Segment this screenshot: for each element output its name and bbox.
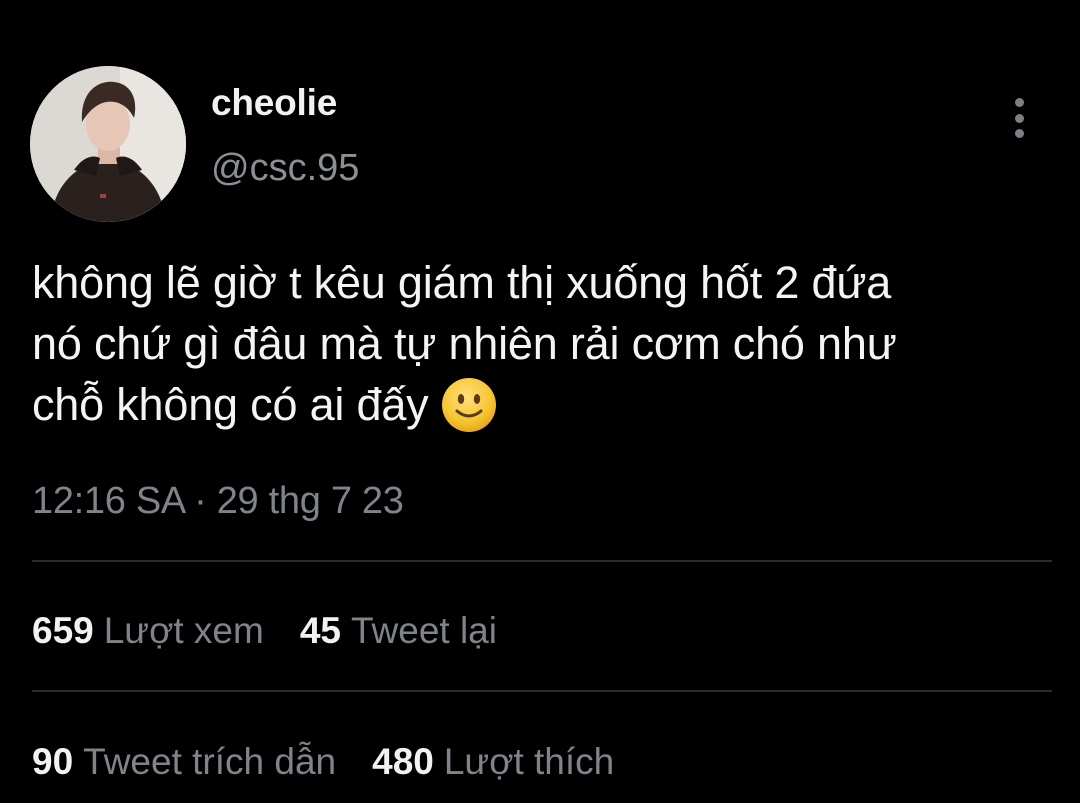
stat-value: 90 — [32, 741, 74, 782]
stat-label: Lượt thích — [443, 741, 615, 782]
tweet-text: không lẽ giờ t kêu giám thị xuống hốt 2 … — [32, 252, 1072, 435]
divider — [32, 690, 1052, 692]
divider — [32, 560, 1052, 562]
stats-row: 659 Lượt xem 45 Tweet lại — [32, 610, 533, 652]
stat-label: Tweet trích dẫn — [83, 741, 337, 782]
more-options-icon[interactable] — [1000, 96, 1038, 140]
tweet-timestamp[interactable]: 12:16 SA · 29 thg 7 23 — [32, 480, 404, 523]
tweet-text-segment: chỗ không có ai đấy — [32, 379, 429, 430]
likes-stat[interactable]: 480 Lượt thích — [372, 741, 614, 783]
retweets-stat[interactable]: 45 Tweet lại — [300, 610, 497, 652]
quote-tweets-stat[interactable]: 90 Tweet trích dẫn — [32, 741, 336, 783]
stat-label: Tweet lại — [350, 610, 497, 651]
tweet-text-line: không lẽ giờ t kêu giám thị xuống hốt 2 … — [32, 257, 892, 308]
stat-value: 480 — [372, 741, 434, 782]
more-dot — [1014, 98, 1024, 107]
stats-row: 90 Tweet trích dẫn 480 Lượt thích — [32, 741, 650, 783]
avatar[interactable] — [30, 66, 186, 222]
slightly-smiling-face-icon — [442, 378, 497, 432]
more-dot — [1014, 113, 1024, 123]
tweet-text-line-last: chỗ không có ai đấy — [32, 374, 1072, 435]
more-dot — [1014, 129, 1024, 138]
stat-label: Lượt xem — [103, 610, 264, 651]
avatar-image — [30, 66, 186, 222]
tweet-detail: cheolie @csc.95 không lẽ giờ t kêu giám … — [0, 0, 1080, 803]
user-handle[interactable]: @csc.95 — [211, 147, 359, 190]
display-name[interactable]: cheolie — [211, 82, 337, 124]
stat-value: 45 — [299, 610, 341, 651]
tweet-text-line: nó chứ gì đâu mà tự nhiên rải cơm chó nh… — [32, 318, 897, 369]
views-stat[interactable]: 659 Lượt xem — [32, 610, 264, 652]
stat-value: 659 — [32, 610, 94, 651]
